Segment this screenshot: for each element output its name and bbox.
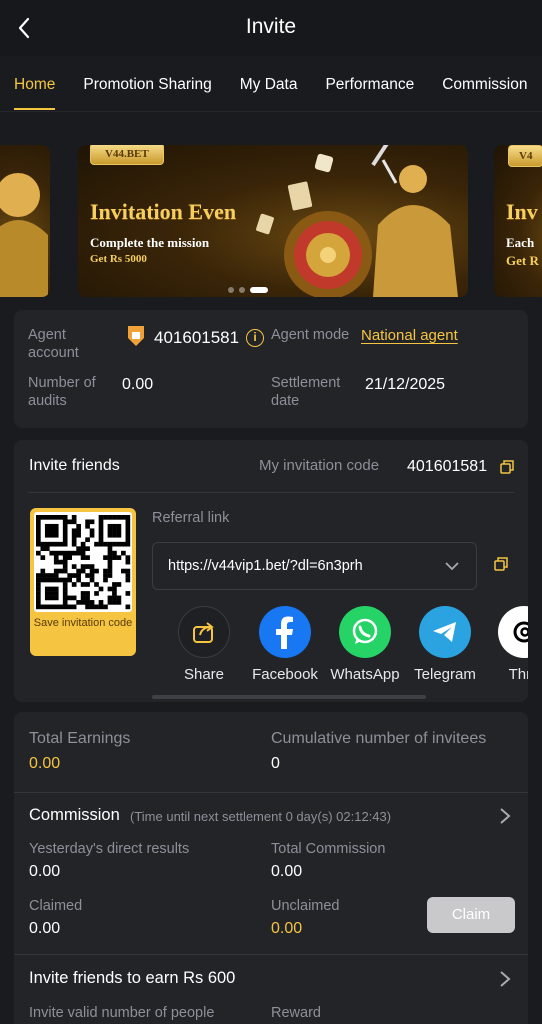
page-title: Invite [245,15,297,38]
invite-friends-title: Invite friends [29,457,120,474]
share-options: Share Facebook WhatsApp Telegram Th [166,606,528,684]
cumulative-invitees-label: Cumulative number of invitees [271,730,487,747]
copy-link-icon[interactable] [494,557,508,571]
banner-reward: Get Rs 5000 [90,253,147,265]
referral-link-value: https://v44vip1.bet/?dl=6n3prh [168,558,363,574]
qr-code-image [34,512,132,612]
brand-badge: V44.BET [90,145,164,165]
share-label: Share [183,666,225,683]
banner-reward: Get R [506,253,539,268]
carousel-dot [228,287,234,293]
total-commission-value: 0.00 [271,863,303,880]
tab-promotion-sharing[interactable]: Promotion Sharing [69,58,225,111]
commission-settlement-note: (Time until next settlement 0 day(s) 02:… [130,809,392,824]
banner-next[interactable]: V4 Inv Each Get R [494,145,542,297]
banner-headline: Inv [506,199,538,224]
threads-label: Thre [508,666,528,683]
commission-header[interactable]: Commission (Time until next settlement 0… [14,792,528,838]
total-earnings-value: 0.00 [29,755,61,772]
telegram-label: Telegram [414,666,476,683]
chevron-right-icon [500,971,511,987]
banner-carousel[interactable]: V44.BET Invitation Even Complete the mis… [0,140,542,300]
commission-title: Commission [29,806,120,824]
save-invitation-code-label: Save invitation code [33,617,133,629]
cumulative-invitees-value: 0 [271,755,280,772]
top-bar: Invite [0,0,542,56]
yesterday-results-label: Yesterday's direct results [29,841,190,857]
tab-bar: Home Promotion Sharing My Data Performan… [0,58,542,112]
reward-label: Reward [271,1005,321,1021]
total-earnings-label: Total Earnings [29,730,131,747]
invite-friends-card: Invite friends My invitation code 401601… [14,440,528,702]
tab-home[interactable]: Home [0,58,69,111]
chevron-right-icon [500,808,511,824]
earnings-card: Total Earnings 0.00 Cumulative number of… [14,712,528,1024]
invitation-code-value: 401601581 [407,458,488,475]
referral-link-label: Referral link [152,510,230,526]
invitation-code-label: My invitation code [259,457,380,474]
referral-link-select[interactable]: https://v44vip1.bet/?dl=6n3prh [152,542,477,590]
agent-mode-link[interactable]: National agent [361,327,458,344]
telegram-icon [419,606,471,658]
banner-previous[interactable] [0,145,50,297]
audits-value: 0.00 [122,376,154,393]
share-scrollbar[interactable] [152,695,426,699]
divider [28,492,514,493]
tab-commission[interactable]: Commission [428,58,541,111]
telegram-share-button[interactable]: Telegram [405,606,485,683]
agent-badge-icon [128,326,144,346]
chevron-down-icon [445,562,459,571]
share-button[interactable]: Share [166,606,244,683]
banner-subline: Complete the mission [90,235,210,250]
banner-headline: Invitation Even [90,199,237,224]
info-icon[interactable]: i [246,329,264,347]
carousel-dots [228,287,268,293]
agent-account-label: Agent account [28,327,79,361]
yesterday-results-value: 0.00 [29,863,61,880]
claimed-label: Claimed [29,898,83,914]
share-icon [178,606,230,658]
whatsapp-icon [339,606,391,658]
invite-earn-title: Invite friends to earn Rs 600 [29,969,236,987]
facebook-label: Facebook [252,666,318,683]
agent-info-card: Agent account 401601581 i Agent mode Nat… [14,310,528,428]
claim-button[interactable]: Claim [427,897,515,933]
tab-my-data[interactable]: My Data [226,58,312,111]
valid-people-label: Invite valid number of people [29,1005,215,1021]
invite-earn-header[interactable]: Invite friends to earn Rs 600 [14,955,528,999]
brand-badge: V4 [508,145,542,167]
banner-subline: Each [506,235,535,250]
warrior-image-icon [0,173,48,297]
facebook-icon [259,606,311,658]
copy-icon[interactable] [500,460,514,474]
carousel-dot-active [250,287,268,293]
banner-invitation-event[interactable]: V44.BET Invitation Even Complete the mis… [78,145,468,297]
threads-icon [498,606,528,658]
agent-account-value: 401601581 [154,328,240,347]
tab-performance[interactable]: Performance [311,58,428,111]
qr-code-icon [36,515,131,610]
whatsapp-label: WhatsApp [330,666,400,683]
claimed-value: 0.00 [29,920,61,937]
threads-share-button[interactable]: Thre [484,606,528,683]
carousel-dot [239,287,245,293]
whatsapp-share-button[interactable]: WhatsApp [325,606,405,683]
agent-mode-label: Agent mode [271,327,350,343]
qr-code-save-button[interactable]: Save invitation code [30,508,136,656]
settlement-date-value: 21/12/2025 [365,376,446,393]
settlement-date-label: Settlement date [271,375,341,409]
unclaimed-label: Unclaimed [271,898,340,914]
facebook-share-button[interactable]: Facebook [245,606,325,683]
total-commission-label: Total Commission [271,841,386,857]
unclaimed-value: 0.00 [271,920,303,937]
audits-label: Number of audits [28,375,96,409]
